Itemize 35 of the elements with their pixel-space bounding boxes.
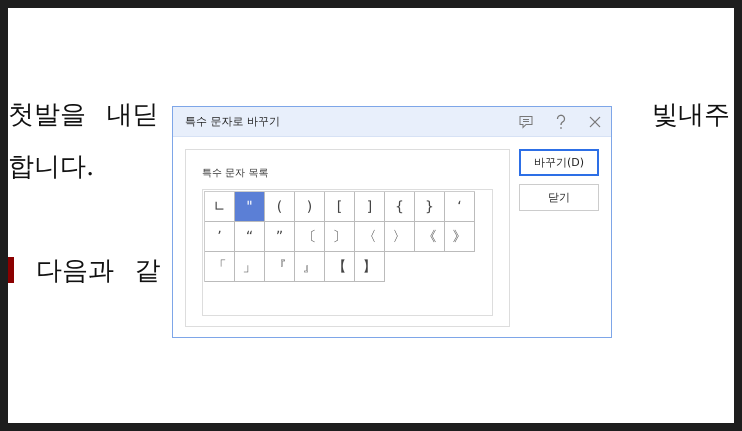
comment-icon[interactable]	[519, 114, 533, 128]
document-text: 합니다.	[8, 150, 94, 184]
document-text: 다음과 같	[36, 254, 160, 288]
group-label: 특수 문자 목록	[202, 167, 270, 180]
symbol-cell[interactable]: ]	[355, 192, 385, 222]
symbol-cell[interactable]: 【	[325, 252, 355, 282]
symbol-cell[interactable]: }	[415, 192, 445, 222]
symbol-cell[interactable]: 」	[235, 252, 265, 282]
symbol-cell[interactable]: 『	[265, 252, 295, 282]
symbol-cell[interactable]: ”	[265, 222, 295, 252]
symbol-cell[interactable]: ‘	[445, 192, 475, 222]
symbol-cell[interactable]: {	[385, 192, 415, 222]
symbol-cell[interactable]: 』	[295, 252, 325, 282]
symbol-cell[interactable]: 〈	[355, 222, 385, 252]
help-icon[interactable]	[555, 114, 567, 130]
symbol-cell[interactable]: 】	[355, 252, 385, 282]
close-icon[interactable]	[589, 116, 601, 128]
document-text: 빛내주	[652, 98, 730, 132]
symbol-cell[interactable]: 〉	[385, 222, 415, 252]
symbol-cell[interactable]: 〕	[325, 222, 355, 252]
symbol-cell[interactable]: ’	[205, 222, 235, 252]
symbol-cell[interactable]: 《	[415, 222, 445, 252]
dialog-title: 특수 문자로 바꾸기	[185, 114, 280, 129]
symbol-cell[interactable]: “	[235, 222, 265, 252]
close-button[interactable]: 닫기	[519, 184, 599, 211]
symbol-cell[interactable]: "	[235, 192, 265, 222]
symbol-cell[interactable]: [	[325, 192, 355, 222]
replace-button[interactable]: 바꾸기(D)	[519, 149, 599, 176]
symbol-cell[interactable]: 》	[445, 222, 475, 252]
symbol-cell[interactable]: (	[265, 192, 295, 222]
symbol-cell[interactable]: 〔	[295, 222, 325, 252]
document-text: 첫발을 내딛	[8, 98, 158, 132]
symbol-cell[interactable]: 「	[205, 252, 235, 282]
symbol-cell[interactable]: )	[295, 192, 325, 222]
text-marker	[8, 257, 14, 283]
